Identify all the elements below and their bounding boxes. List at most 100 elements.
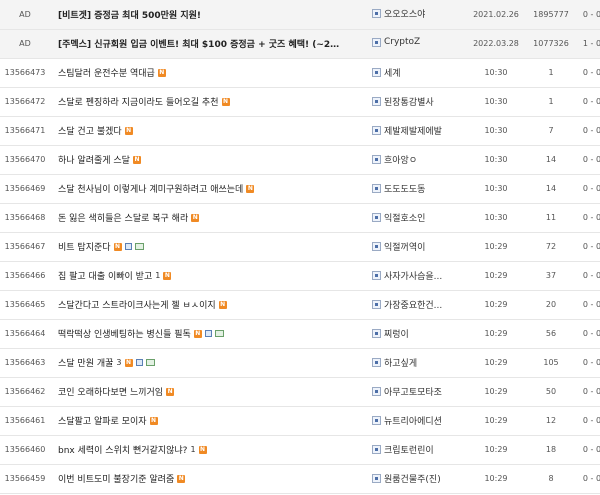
author-name[interactable]: 찌렁이: [384, 327, 409, 340]
post-title-link[interactable]: [비트겟] 증정금 최대 500만원 지원!: [58, 8, 201, 21]
post-date: 10:30: [484, 126, 508, 135]
post-number: AD: [19, 39, 31, 48]
author-group[interactable]: 가장중요한건...: [372, 298, 442, 311]
author-group[interactable]: 하고싶게: [372, 356, 417, 369]
author-name[interactable]: 크립토런린이: [384, 443, 434, 456]
post-date: 10:30: [484, 213, 508, 222]
post-row[interactable]: 13566469 스달 천사님이 이렇게나 계미구원하려고 애쓰는데 N 도도도도동 1…: [0, 174, 600, 203]
author-group[interactable]: 익절호소인: [372, 211, 425, 224]
comment-count[interactable]: 3: [116, 358, 121, 367]
post-row[interactable]: 13566471 스달 건고 불겠다 N 제발제발제에발 10:30 7 0 - 0: [0, 116, 600, 145]
author-name[interactable]: 오오오스야: [384, 7, 425, 20]
post-row[interactable]: 13566468 돈 잃은 색히들은 스달로 복구 해라 N 익절호소인 10:30 11…: [0, 203, 600, 232]
post-title-link[interactable]: 스팀달러 운전수분 역대급: [58, 66, 155, 79]
post-title-group: 스달 만원 개꿀 3 N: [58, 356, 155, 369]
user-level-icon: [372, 9, 381, 19]
author-name[interactable]: 가장중요한건...: [384, 298, 442, 311]
post-row[interactable]: 13566464 떡락떡상 인생베팅하는 병신들 필독 N 찌렁이 10:29 56 0 -…: [0, 319, 600, 348]
author-group[interactable]: 크립토런린이: [372, 443, 434, 456]
view-count: 1: [548, 68, 554, 77]
author-name[interactable]: 아무고토모타조: [384, 385, 442, 398]
user-level-icon: [372, 241, 381, 251]
user-level-icon: [372, 183, 381, 193]
post-title-link[interactable]: 스달 천사님이 이렇게나 계미구원하려고 애쓰는데: [58, 182, 243, 195]
author-cell: 사자가사슴을...: [370, 261, 464, 290]
author-group[interactable]: 뉴트리아에디션: [372, 414, 442, 427]
author-name[interactable]: 도도도도동: [384, 182, 425, 195]
view-count: 14: [545, 184, 557, 193]
author-name[interactable]: 하고싶게: [384, 356, 417, 369]
author-group[interactable]: 제발제발제에발: [372, 124, 442, 137]
author-name[interactable]: 사자가사슴을...: [384, 269, 442, 282]
attachment-icon: [204, 330, 212, 337]
author-name[interactable]: 원룸건물주(진): [384, 472, 441, 485]
author-cell: 도도도도동: [370, 174, 464, 203]
author-group[interactable]: CryptoZ: [372, 37, 420, 47]
author-group[interactable]: 아무고토모타조: [372, 385, 442, 398]
author-cell: 원룸건물주(진): [370, 464, 464, 493]
post-date: 10:29: [484, 416, 508, 425]
post-row[interactable]: 13566473 스팀달러 운전수분 역대급 N 세계 10:30 1 0 - 0: [0, 58, 600, 87]
post-date: 10:29: [484, 474, 508, 483]
post-row[interactable]: 13566461 스달팔고 알파로 모이자 N 뉴트리아에디션 10:29 12 0 - 0: [0, 406, 600, 435]
user-level-icon: [372, 67, 381, 77]
post-title-link[interactable]: 하나 알려줄게 스달: [58, 153, 130, 166]
comment-count[interactable]: 1: [155, 271, 160, 280]
new-post-icon: N: [113, 242, 122, 251]
ad-row[interactable]: AD [주멕스] 신규회원 입금 이벤트! 최대 $100 증정금 + 굿즈 혜택…: [0, 29, 600, 58]
post-row[interactable]: 13566460 bnx 세력이 스위치 뻔거같지않냐? 1 N 크립토런린이 10:29…: [0, 435, 600, 464]
author-group[interactable]: 사자가사슴을...: [372, 269, 442, 282]
view-count: 1895777: [533, 9, 569, 19]
author-name[interactable]: 흐아앙ㅇ: [384, 153, 417, 166]
author-group[interactable]: 도도도도동: [372, 182, 425, 195]
author-name[interactable]: CryptoZ: [384, 37, 420, 47]
post-title-cell: 스팀달러 운전수분 역대급 N: [50, 58, 370, 87]
post-title-link[interactable]: 스달간다고 스트라이크사는게 젤 ㅂㅅ이지: [58, 298, 216, 311]
post-title-cell: 돈 잃은 색히들은 스달로 복구 해라 N: [50, 203, 370, 232]
vote-count: 0 - 0: [582, 242, 600, 251]
post-title-link[interactable]: 돈 잃은 색히들은 스달로 복구 해라: [58, 211, 188, 224]
post-title-link[interactable]: bnx 세력이 스위치 뻔거같지않냐?: [58, 443, 187, 456]
vote-count: 0 - 0: [582, 445, 600, 454]
author-name[interactable]: 뉴트리아에디션: [384, 414, 442, 427]
author-group[interactable]: 익절꺼역이: [372, 240, 425, 253]
post-title-link[interactable]: 스달로 펜징하라 지금이라도 들어오길 추천: [58, 95, 219, 108]
author-name[interactable]: 익절호소인: [384, 211, 425, 224]
post-title-link[interactable]: 스달 건고 불겠다: [58, 124, 122, 137]
post-date: 10:29: [484, 358, 508, 367]
post-number: 13566460: [4, 445, 46, 454]
author-name[interactable]: 된장통감별사: [384, 95, 434, 108]
author-group[interactable]: 흐아앙ㅇ: [372, 153, 417, 166]
post-row[interactable]: 13566467 비트 탑지준다 N 익절꺼역이 10:29 72 0 - 0: [0, 232, 600, 261]
view-count: 7: [548, 126, 554, 135]
author-group[interactable]: 원룸건물주(진): [372, 472, 441, 485]
author-name[interactable]: 제발제발제에발: [384, 124, 442, 137]
post-title-link[interactable]: 코인 오래하다보면 느끼거임: [58, 385, 163, 398]
post-title-link[interactable]: 스달팔고 알파로 모이자: [58, 414, 147, 427]
post-row[interactable]: 13566459 이번 비트도미 불장기준 알려줌 N 원룸건물주(진) 10:29 8 0…: [0, 464, 600, 493]
post-title-link[interactable]: [주멕스] 신규회원 입금 이벤트! 최대 $100 증정금 + 굿즈 혜택! …: [58, 37, 339, 50]
post-row[interactable]: 13566472 스달로 펜징하라 지금이라도 들어오길 추천 N 된장통감별사 10:…: [0, 87, 600, 116]
author-group[interactable]: 된장통감별사: [372, 95, 434, 108]
author-group[interactable]: 오오오스야: [372, 7, 425, 20]
author-group[interactable]: 세계: [372, 66, 401, 79]
post-row[interactable]: 13566462 코인 오래하다보면 느끼거임 N 아무고토모타조 10:29 50 0 -…: [0, 377, 600, 406]
author-name[interactable]: 익절꺼역이: [384, 240, 425, 253]
post-number: 13566461: [4, 416, 46, 425]
post-row[interactable]: 13566466 집 팔고 대출 이빠이 받고 1 N 사자가사슴을... 10:29 37…: [0, 261, 600, 290]
comment-count[interactable]: 1: [190, 445, 195, 454]
post-title-link[interactable]: 스달 만원 개꿀: [58, 356, 113, 369]
author-name[interactable]: 세계: [384, 66, 401, 79]
post-row[interactable]: 13566470 하나 알려줄게 스달 N 흐아앙ㅇ 10:30 14 0 - 0: [0, 145, 600, 174]
post-title-link[interactable]: 비트 탑지준다: [58, 240, 111, 253]
view-count: 11: [545, 213, 557, 222]
post-title-link[interactable]: 떡락떡상 인생베팅하는 병신들 필독: [58, 327, 191, 340]
post-title-group: 스달팔고 알파로 모이자 N: [58, 414, 158, 427]
post-title-link[interactable]: 집 팔고 대출 이빠이 받고: [58, 269, 152, 282]
post-row[interactable]: 13566465 스달간다고 스트라이크사는게 젤 ㅂㅅ이지 N 가장중요한건... 1…: [0, 290, 600, 319]
author-cell: 뉴트리아에디션: [370, 406, 464, 435]
post-row[interactable]: 13566463 스달 만원 개꿀 3 N 하고싶게 10:29 105 0 - 0: [0, 348, 600, 377]
ad-row[interactable]: AD [비트겟] 증정금 최대 500만원 지원! 오오오스야 2021.02.26 1…: [0, 0, 600, 29]
author-group[interactable]: 찌렁이: [372, 327, 409, 340]
post-title-link[interactable]: 이번 비트도미 불장기준 알려줌: [58, 472, 174, 485]
